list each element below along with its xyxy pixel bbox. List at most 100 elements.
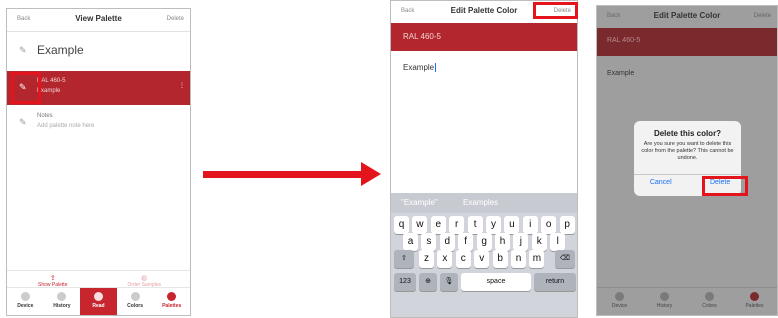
- color-code: RAL 460-5: [403, 32, 441, 41]
- delete-button[interactable]: Delete: [754, 13, 771, 19]
- dialog-message: Are you sure you want to delete this col…: [641, 141, 734, 161]
- key-l[interactable]: l: [550, 233, 566, 251]
- key-z[interactable]: z: [419, 250, 434, 268]
- tab-label: Device: [17, 303, 34, 309]
- color-code: RAL 460-5: [37, 78, 66, 84]
- return-key[interactable]: return: [534, 273, 576, 291]
- view-palette-screen: Back View Palette Delete ✎ Example ✎ RAL…: [6, 8, 191, 316]
- color-code: RAL 460-5: [607, 37, 641, 44]
- dialog-title: Delete this color?: [653, 129, 722, 138]
- key-r[interactable]: r: [449, 216, 465, 234]
- palettes-icon: [750, 292, 759, 301]
- cancel-button[interactable]: Cancel: [634, 179, 688, 186]
- tab-label: Colors: [702, 303, 717, 309]
- color-swatch: RAL 460-5: [597, 28, 777, 56]
- highlight-box: [533, 2, 578, 19]
- keyboard: "Example" Examples qwertyuiop asdfghjkl …: [391, 193, 577, 317]
- tab-history[interactable]: History: [44, 288, 81, 315]
- notes-label: Notes: [37, 113, 53, 119]
- tab-palettes[interactable]: Palettes: [732, 288, 777, 315]
- delete-confirm-screen: Back Edit Palette Color Delete RAL 460-5…: [596, 5, 778, 316]
- tab-history[interactable]: History: [642, 288, 687, 315]
- more-icon[interactable]: ⋮: [179, 82, 185, 89]
- tab-colors[interactable]: Colors: [687, 288, 732, 315]
- globe-icon[interactable]: ⊕: [419, 273, 437, 291]
- order-samples-button[interactable]: ◍ Order Samples: [99, 274, 191, 288]
- key-h[interactable]: h: [495, 233, 510, 251]
- key-q[interactable]: q: [394, 216, 409, 234]
- tab-colors[interactable]: Colors: [117, 288, 154, 315]
- key-x[interactable]: x: [437, 250, 453, 268]
- color-swatch: RAL 460-5: [391, 23, 577, 51]
- space-key[interactable]: space: [461, 273, 531, 291]
- show-palette-button[interactable]: ⇪ Show Palette: [7, 274, 99, 288]
- notes-placeholder: Add palette note here: [37, 123, 95, 129]
- palette-name-row[interactable]: ✎ Example: [7, 31, 190, 72]
- tab-label: Colors: [127, 303, 144, 309]
- key-p[interactable]: p: [559, 216, 575, 234]
- key-f[interactable]: f: [458, 233, 474, 251]
- suggestion-item[interactable]: "Example": [401, 198, 438, 207]
- divider: [634, 174, 741, 175]
- edit-palette-color-screen: Back Edit Palette Color Delete RAL 460-5…: [390, 0, 578, 318]
- key-g[interactable]: g: [476, 233, 492, 251]
- key-u[interactable]: u: [504, 216, 520, 234]
- delete-button[interactable]: Delete: [167, 16, 184, 22]
- tab-label: Palettes: [162, 303, 182, 309]
- key-o[interactable]: o: [541, 216, 557, 234]
- tab-label: History: [53, 303, 71, 309]
- device-icon: [20, 292, 30, 301]
- pencil-icon: ✎: [19, 117, 27, 127]
- samples-icon: ◍: [141, 275, 148, 282]
- key-c[interactable]: c: [455, 250, 471, 268]
- key-d[interactable]: d: [439, 233, 455, 251]
- key-b[interactable]: b: [492, 250, 508, 268]
- device-icon: [615, 292, 624, 301]
- tab-device[interactable]: Device: [7, 288, 44, 315]
- suggestion-item[interactable]: Examples: [463, 198, 498, 207]
- pencil-icon: ✎: [19, 45, 27, 55]
- key-w[interactable]: w: [412, 216, 428, 234]
- tab-label: Device: [611, 303, 628, 309]
- key-i[interactable]: i: [522, 216, 538, 234]
- tab-label: Read: [92, 303, 105, 309]
- history-icon: [57, 292, 67, 301]
- tab-label: History: [656, 303, 673, 309]
- tab-palettes[interactable]: Palettes: [153, 288, 190, 315]
- palette-name: Example: [37, 43, 84, 57]
- key-y[interactable]: y: [486, 216, 501, 234]
- notes-row[interactable]: ✎ Notes Add palette note here: [7, 109, 190, 139]
- backspace-key[interactable]: ⌫: [555, 250, 575, 268]
- key-s[interactable]: s: [421, 233, 437, 251]
- key-v[interactable]: v: [474, 250, 490, 268]
- color-name-field[interactable]: Example: [403, 63, 437, 73]
- nav-bar: Back View Palette Delete: [7, 9, 190, 32]
- color-name-value: Example: [607, 70, 635, 77]
- palettes-icon: [167, 292, 177, 301]
- microphone-icon[interactable]: 🎙: [440, 273, 458, 291]
- key-e[interactable]: e: [430, 216, 446, 234]
- share-icon: ⇪: [49, 275, 56, 282]
- key-t[interactable]: t: [467, 216, 483, 234]
- page-title: View Palette: [75, 14, 122, 23]
- key-k[interactable]: k: [531, 233, 547, 251]
- arrow-head-icon: [361, 162, 381, 186]
- key-a[interactable]: a: [403, 233, 418, 251]
- read-icon: [93, 292, 103, 301]
- text-caret: [435, 63, 437, 73]
- arrow-line: [203, 171, 363, 178]
- shift-key[interactable]: ⇧: [394, 250, 414, 268]
- colors-icon: [705, 292, 714, 301]
- key-j[interactable]: j: [513, 233, 529, 251]
- color-name-value: Example: [403, 63, 435, 72]
- key-n[interactable]: n: [511, 250, 526, 268]
- tab-bar: Device History Read Colors Palettes: [7, 287, 190, 315]
- colors-icon: [130, 292, 140, 301]
- key-m[interactable]: m: [529, 250, 545, 268]
- numbers-key[interactable]: 123: [394, 273, 416, 291]
- highlight-box: [11, 72, 41, 104]
- tab-read[interactable]: Read: [80, 288, 117, 315]
- highlight-box: [702, 176, 748, 196]
- tab-bar: Device History Colors Palettes: [597, 287, 777, 315]
- tab-device[interactable]: Device: [597, 288, 642, 315]
